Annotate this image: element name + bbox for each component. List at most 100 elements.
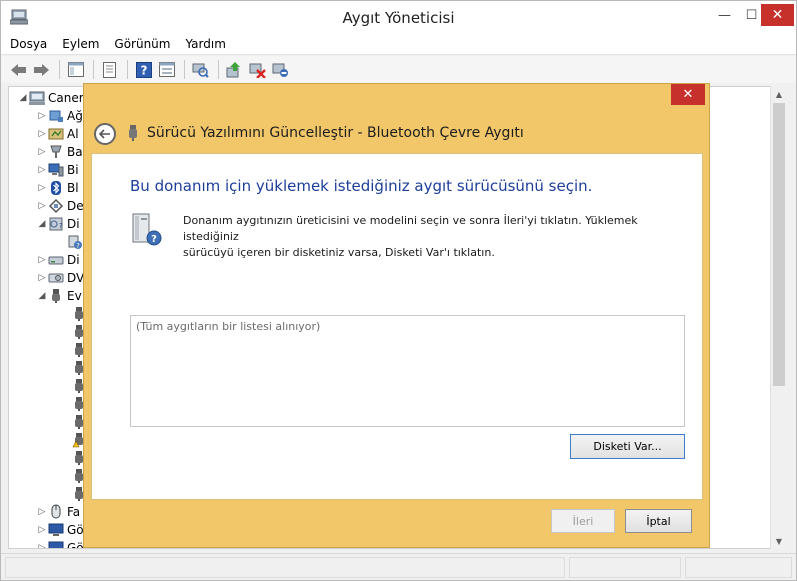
scroll-up-arrow-icon[interactable]: ▲ xyxy=(771,86,787,102)
tree-row-category[interactable]: ▷ Gö xyxy=(36,521,84,539)
tree-label: Di xyxy=(67,253,80,267)
expand-arrow-icon[interactable]: ▷ xyxy=(36,525,48,535)
tree-row-category[interactable]: ▷ Gö xyxy=(36,539,84,549)
list-loading-text: (Tüm aygıtların bir listesi alınıyor) xyxy=(136,320,321,333)
collapse-arrow-icon[interactable]: ◢ xyxy=(36,291,48,301)
help-icon[interactable]: ? xyxy=(133,59,154,80)
dialog-header: Sürücü Yazılımını Güncelleştir - Bluetoo… xyxy=(84,114,711,152)
controller-icon xyxy=(48,198,64,214)
hardware-info-icon: ? xyxy=(132,213,162,246)
update-driver-icon[interactable] xyxy=(224,59,245,80)
tree-row-category[interactable]: ▷ De xyxy=(36,197,84,215)
window-title: Aygıt Yöneticisi xyxy=(342,9,455,27)
computer-icon xyxy=(29,90,45,106)
expand-arrow-icon[interactable]: ▷ xyxy=(36,165,48,175)
menu-help[interactable]: Yardım xyxy=(185,37,225,51)
toolbar-separator xyxy=(218,60,219,79)
have-disk-button[interactable]: Disketi Var... xyxy=(570,434,685,459)
dialog-close-button[interactable]: ✕ xyxy=(671,84,705,105)
expand-arrow-icon[interactable]: ▷ xyxy=(36,129,48,139)
tree-row-category[interactable]: ▷ Al xyxy=(36,125,79,143)
svg-text:?: ? xyxy=(59,222,63,230)
tree-label: Caner xyxy=(48,91,84,105)
next-button[interactable]: İleri xyxy=(551,509,615,533)
tree-row-root[interactable]: ◢ Caner xyxy=(17,89,84,107)
menu-file[interactable]: Dosya xyxy=(10,37,47,51)
tree-label: Ağ xyxy=(67,109,83,123)
tree-row-category[interactable]: ▷ Ba xyxy=(36,143,83,161)
scroll-thumb[interactable] xyxy=(773,103,785,386)
status-segment xyxy=(685,557,792,578)
cancel-button[interactable]: İptal xyxy=(625,509,692,533)
usb-icon xyxy=(48,288,64,304)
mouse-icon xyxy=(48,504,64,520)
expand-arrow-icon[interactable]: ▷ xyxy=(36,507,48,517)
disk-icon: ? xyxy=(48,216,64,232)
unknown-device-icon: ? xyxy=(67,234,83,250)
status-segment xyxy=(5,557,565,578)
tree-label: Fa xyxy=(67,505,81,519)
back-arrow-icon[interactable] xyxy=(8,59,29,80)
collapse-arrow-icon[interactable]: ◢ xyxy=(36,219,48,229)
tree-label: DV xyxy=(67,271,85,285)
tree-row-category[interactable]: ▷ Di xyxy=(36,251,80,269)
device-model-list[interactable]: (Tüm aygıtların bir listesi alınıyor) xyxy=(130,315,685,427)
status-bar xyxy=(1,553,796,580)
usb-device-icon xyxy=(129,125,137,141)
dialog-title: Sürücü Yazılımını Güncelleştir - Bluetoo… xyxy=(147,125,524,141)
title-bar: Aygıt Yöneticisi — ☐ ✕ xyxy=(1,1,796,34)
tree-label: Al xyxy=(67,127,79,141)
toolbar-separator xyxy=(127,60,128,79)
tree-row-category[interactable]: ▷ Ağ xyxy=(36,107,83,125)
menu-view[interactable]: Görünüm xyxy=(114,37,170,51)
menu-bar: Dosya Eylem Görünüm Yardım xyxy=(1,34,796,55)
expand-arrow-icon[interactable]: ▷ xyxy=(36,147,48,157)
tree-row-category[interactable]: ▷ Fa xyxy=(36,503,80,521)
info-text-line: Donanım aygıtınızın üreticisini ve model… xyxy=(183,214,638,243)
tree-row-category[interactable]: ▷ Bi xyxy=(36,161,79,179)
forward-arrow-icon[interactable] xyxy=(31,59,52,80)
expand-arrow-icon[interactable]: ▷ xyxy=(36,183,48,193)
toolbar-separator xyxy=(59,60,60,79)
scroll-down-arrow-icon[interactable]: ▼ xyxy=(771,533,787,549)
properties-icon[interactable] xyxy=(99,59,120,80)
show-hidden-icon[interactable] xyxy=(156,59,177,80)
tree-label: Gö xyxy=(67,523,84,537)
tree-label: Ba xyxy=(67,145,83,159)
minimize-button[interactable]: — xyxy=(711,4,738,26)
info-text: Donanım aygıtınızın üreticisini ve model… xyxy=(183,213,688,261)
info-text-line: sürücüyü içeren bir disketiniz varsa, Di… xyxy=(183,246,495,259)
update-driver-dialog: ✕ Sürücü Yazılımını Güncelleştir - Bluet… xyxy=(83,83,710,548)
tree-row-category[interactable]: ▷ Bl xyxy=(36,179,79,197)
network-adapter-icon xyxy=(48,108,64,124)
audio-icon xyxy=(48,126,64,142)
tree-label: De xyxy=(67,199,84,213)
tree-row-category[interactable]: ▷ DV xyxy=(36,269,85,287)
bluetooth-icon xyxy=(48,180,64,196)
display-icon xyxy=(48,522,64,538)
expand-arrow-icon[interactable]: ▷ xyxy=(36,201,48,211)
vertical-scrollbar[interactable]: ▲ ▼ xyxy=(770,86,787,549)
expand-arrow-icon[interactable]: ▷ xyxy=(36,273,48,283)
scan-hardware-icon[interactable] xyxy=(190,59,211,80)
expand-arrow-icon[interactable]: ▷ xyxy=(36,111,48,121)
svg-text:?: ? xyxy=(151,234,157,245)
disable-device-icon[interactable] xyxy=(270,59,291,80)
tree-label: Di xyxy=(67,217,80,231)
uninstall-device-icon[interactable] xyxy=(247,59,268,80)
expand-arrow-icon[interactable]: ▷ xyxy=(36,255,48,265)
toolbar-separator xyxy=(184,60,185,79)
tree-label: Gö xyxy=(67,541,84,549)
tree-row-category[interactable]: ◢ ? Di xyxy=(36,215,80,233)
back-button[interactable] xyxy=(94,123,116,145)
dialog-content: Bu donanım için yüklemek istediğiniz ayg… xyxy=(91,153,703,500)
tree-row-category[interactable]: ◢ Ev xyxy=(36,287,82,305)
menu-action[interactable]: Eylem xyxy=(62,37,99,51)
close-button[interactable]: ✕ xyxy=(761,4,794,26)
console-tree-icon[interactable] xyxy=(65,59,86,80)
collapse-arrow-icon[interactable]: ◢ xyxy=(17,93,29,103)
back-arrow-icon xyxy=(99,129,110,139)
expand-arrow-icon[interactable]: ▷ xyxy=(36,543,48,548)
tree-label: Ev xyxy=(67,289,82,303)
svg-text:?: ? xyxy=(76,242,80,250)
